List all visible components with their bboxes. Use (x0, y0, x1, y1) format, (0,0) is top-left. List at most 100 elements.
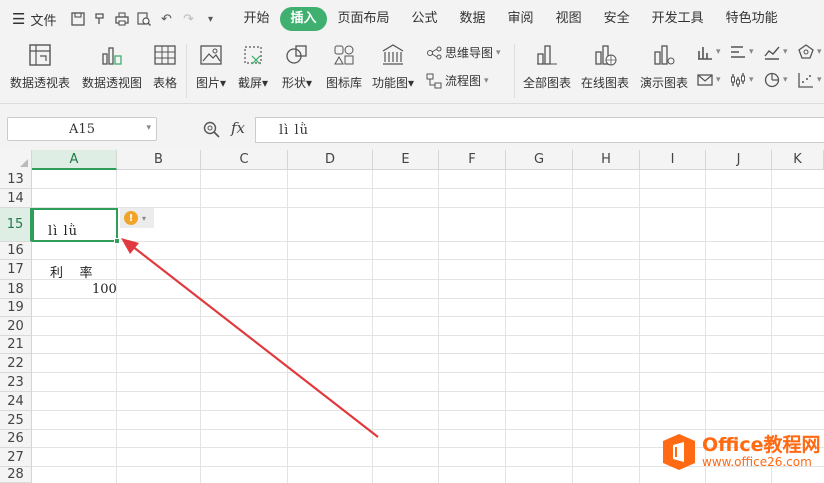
row-header-22[interactable]: 22 (0, 354, 32, 373)
area-chart-dropdown-icon: ▾ (716, 75, 721, 85)
line-chart-dropdown-icon: ▾ (783, 47, 788, 57)
tab-home[interactable]: 开始 (232, 7, 280, 31)
fill-handle[interactable] (114, 238, 120, 244)
tab-formulas[interactable]: 公式 (401, 7, 449, 31)
line-chart-icon (764, 46, 780, 60)
column-header-i[interactable]: I (640, 150, 706, 170)
column-chart-button[interactable]: ▾ (697, 44, 721, 60)
online-charts-button[interactable]: 在线图表 (581, 42, 629, 91)
watermark-brand: Office教程网 (702, 434, 821, 456)
tab-page-layout[interactable]: 页面布局 (327, 7, 401, 31)
row-header-25[interactable]: 25 (0, 411, 32, 430)
stock-chart-button[interactable]: ▾ (730, 72, 754, 88)
insert-function-button[interactable]: fx (231, 119, 245, 137)
bar-chart-dropdown-icon: ▾ (749, 47, 754, 57)
select-all-corner[interactable] (0, 150, 32, 170)
pie-chart-button[interactable]: ▾ (764, 72, 788, 88)
formula-input[interactable]: lì lǜ (255, 117, 824, 143)
icon-library-button[interactable]: 图标库 (326, 42, 362, 91)
watermark-text: Office教程网 www.office26.com (702, 435, 821, 469)
save-icon[interactable] (70, 11, 86, 27)
tab-insert[interactable]: 插入 (280, 7, 327, 31)
column-header-f[interactable]: F (439, 150, 506, 170)
scatter-chart-icon (798, 73, 813, 88)
pivot-chart-button[interactable]: 数据透视图 (82, 42, 142, 91)
tab-data[interactable]: 数据 (449, 7, 497, 31)
gridline (438, 170, 439, 483)
format-painter-icon[interactable] (92, 11, 108, 27)
tab-view[interactable]: 视图 (545, 7, 593, 31)
column-header-a[interactable]: A (32, 150, 117, 170)
mindmap-button[interactable]: 思维导图 ▾ (426, 44, 501, 61)
tab-security[interactable]: 安全 (593, 7, 641, 31)
row-header-14[interactable]: 14 (0, 189, 32, 208)
column-header-j[interactable]: J (706, 150, 772, 170)
row-header-18[interactable]: 18 (0, 280, 32, 299)
row-header-28[interactable]: 28 (0, 467, 32, 483)
row-header-13[interactable]: 13 (0, 170, 32, 189)
row-header-20[interactable]: 20 (0, 317, 32, 336)
function-chart-button[interactable]: 功能图▾ (372, 42, 414, 91)
all-charts-button[interactable]: 全部图表 (523, 42, 571, 91)
row-header-21[interactable]: 21 (0, 336, 32, 354)
gridline (505, 170, 506, 483)
gridline (372, 170, 373, 483)
pivot-table-icon (29, 44, 51, 66)
function-chart-icon (382, 44, 404, 65)
print-icon[interactable] (114, 11, 130, 27)
tab-features[interactable]: 特色功能 (715, 7, 789, 31)
radar-chart-icon (798, 44, 814, 59)
column-header-k[interactable]: K (772, 150, 824, 170)
tab-review[interactable]: 审阅 (497, 7, 545, 31)
radar-chart-button[interactable]: ▾ (798, 44, 822, 60)
row-header-27[interactable]: 27 (0, 448, 32, 467)
demo-charts-button[interactable]: 演示图表 (640, 42, 688, 91)
row-header-16[interactable]: 16 (0, 242, 32, 260)
undo-icon[interactable]: ↶ (158, 11, 174, 27)
pie-chart-dropdown-icon: ▾ (783, 75, 788, 85)
active-cell-border (32, 208, 118, 242)
redo-icon[interactable]: ↷ (180, 11, 196, 27)
column-header-c[interactable]: C (201, 150, 288, 170)
line-chart-button[interactable]: ▾ (764, 44, 788, 60)
ribbon-tabs: 开始 插入 页面布局 公式 数据 审阅 视图 安全 开发工具 特色功能 (232, 0, 788, 38)
screenshot-button[interactable]: 截屏▾ (238, 42, 268, 91)
column-header-b[interactable]: B (117, 150, 201, 170)
cell-a18[interactable]: 100 (92, 282, 117, 297)
row-header-17[interactable]: 17 (0, 260, 32, 280)
row-header-26[interactable]: 26 (0, 430, 32, 448)
picture-button[interactable]: 图片▾ (196, 42, 226, 91)
scatter-chart-button[interactable]: ▾ (798, 72, 822, 88)
table-button[interactable]: 表格 (152, 42, 178, 91)
print-preview-icon[interactable] (136, 11, 152, 27)
row-header-24[interactable]: 24 (0, 392, 32, 411)
bar-chart-button[interactable]: ▾ (730, 44, 754, 60)
shape-label: 形状▾ (282, 76, 313, 90)
customize-dropdown-icon[interactable]: ▾ (202, 11, 218, 27)
error-check-button[interactable]: ! ▾ (120, 208, 154, 228)
row-header-19[interactable]: 19 (0, 299, 32, 317)
row-header-15[interactable]: 15 (0, 208, 32, 242)
mindmap-icon (427, 46, 442, 59)
ribbon-separator (186, 44, 187, 98)
tab-developer[interactable]: 开发工具 (641, 7, 715, 31)
function-chart-label: 功能图▾ (372, 76, 415, 90)
row-header-23[interactable]: 23 (0, 373, 32, 392)
column-header-g[interactable]: G (506, 150, 573, 170)
name-box[interactable]: A15 ▾ (7, 117, 157, 141)
flowchart-button[interactable]: 流程图 ▾ (426, 72, 489, 89)
name-box-dropdown-icon[interactable]: ▾ (146, 123, 151, 133)
radar-chart-dropdown-icon: ▾ (817, 47, 822, 57)
area-chart-button[interactable]: ▾ (697, 72, 721, 88)
pivot-table-button[interactable]: 数据透视表 (10, 42, 70, 91)
flowchart-icon (426, 73, 442, 88)
shape-button[interactable]: 形状▾ (282, 42, 312, 91)
cell-a17[interactable]: 利 率 (50, 262, 93, 281)
stock-chart-icon (731, 73, 745, 87)
column-header-h[interactable]: H (573, 150, 640, 170)
column-headers: A B C D E F G H I J K (0, 150, 824, 170)
column-header-e[interactable]: E (373, 150, 439, 170)
zoom-icon[interactable] (203, 121, 221, 139)
file-menu[interactable]: ☰ 文件 (0, 0, 66, 38)
column-header-d[interactable]: D (288, 150, 373, 170)
